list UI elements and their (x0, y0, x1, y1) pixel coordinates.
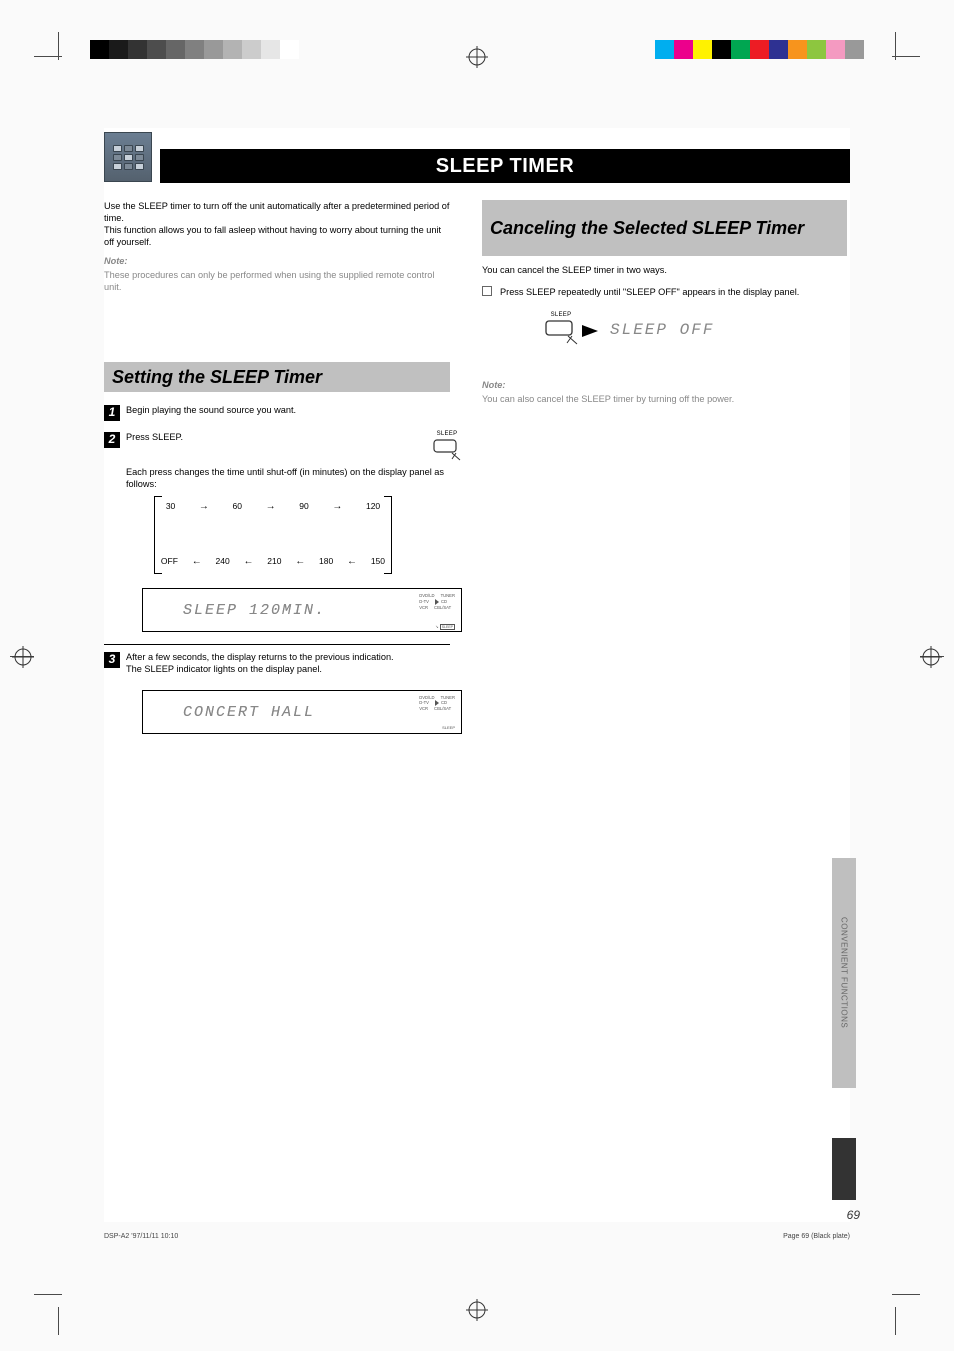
grayscale-color-bar (90, 40, 299, 59)
footer-left: DSP-A2 '97/11/11 10:10 (104, 1233, 178, 1240)
cmyk-color-bar (655, 40, 864, 59)
registration-target (12, 646, 34, 668)
sleep-time-ladder: 30→60→90→120 OFF←240←210←180←150 (154, 496, 392, 574)
display-panel-sleep-120: SLEEP 120MIN. DVD/LDTUNER D-TVCD VCRCBL/… (142, 588, 462, 632)
page-number: 69 (847, 1208, 860, 1222)
section-icon (104, 132, 152, 182)
bullet-icon (482, 286, 492, 296)
note-body: These procedures can only be performed w… (104, 269, 450, 293)
step-badge-1: 1 (104, 405, 120, 421)
footer-right: Page 69 (Black plate) (783, 1233, 850, 1240)
registration-target (466, 46, 488, 68)
step-2: 2 Press SLEEP. SLEEP Each press changes … (104, 431, 450, 632)
intro-text: Use the SLEEP timer to turn off the unit… (104, 200, 450, 293)
sleep-off-illustration: SLEEP SLEEP OFF (544, 312, 847, 349)
note-heading: Note: (482, 379, 847, 391)
registration-target (920, 646, 942, 668)
page-content: SLEEP TIMER Use the SLEEP timer to turn … (104, 128, 850, 1222)
side-tab-label: CONVENIENT FUNCTIONS (832, 858, 856, 1088)
left-column: 1 Begin playing the sound source you wan… (104, 368, 450, 734)
section-title: SLEEP TIMER (436, 155, 575, 178)
note-heading: Note: (104, 255, 450, 267)
cancel-step: Press SLEEP repeatedly until "SLEEP OFF"… (482, 286, 847, 298)
sleep-button-icon: SLEEP (544, 312, 578, 349)
arrow-icon (582, 325, 598, 337)
subhead-canceling-sleep: Canceling the Selected SLEEP Timer (482, 200, 847, 256)
note-body: You can also cancel the SLEEP timer by t… (482, 393, 847, 405)
section-title-bar: SLEEP TIMER (160, 149, 850, 183)
step-1: 1 Begin playing the sound source you wan… (104, 404, 450, 421)
side-tab-dark (832, 1138, 856, 1200)
registration-target (466, 1299, 488, 1321)
step-3: 3 After a few seconds, the display retur… (104, 651, 450, 733)
display-sleep-off: SLEEP OFF (610, 320, 714, 341)
step-badge-3: 3 (104, 652, 120, 668)
right-column: Canceling the Selected SLEEP Timer You c… (482, 200, 847, 406)
step-badge-2: 2 (104, 432, 120, 448)
step-divider (104, 644, 450, 645)
sleep-button-icon: SLEEP (432, 431, 462, 464)
display-panel-concert-hall: CONCERT HALL DVD/LDTUNER D-TVCD VCRCBL/S… (142, 690, 462, 734)
